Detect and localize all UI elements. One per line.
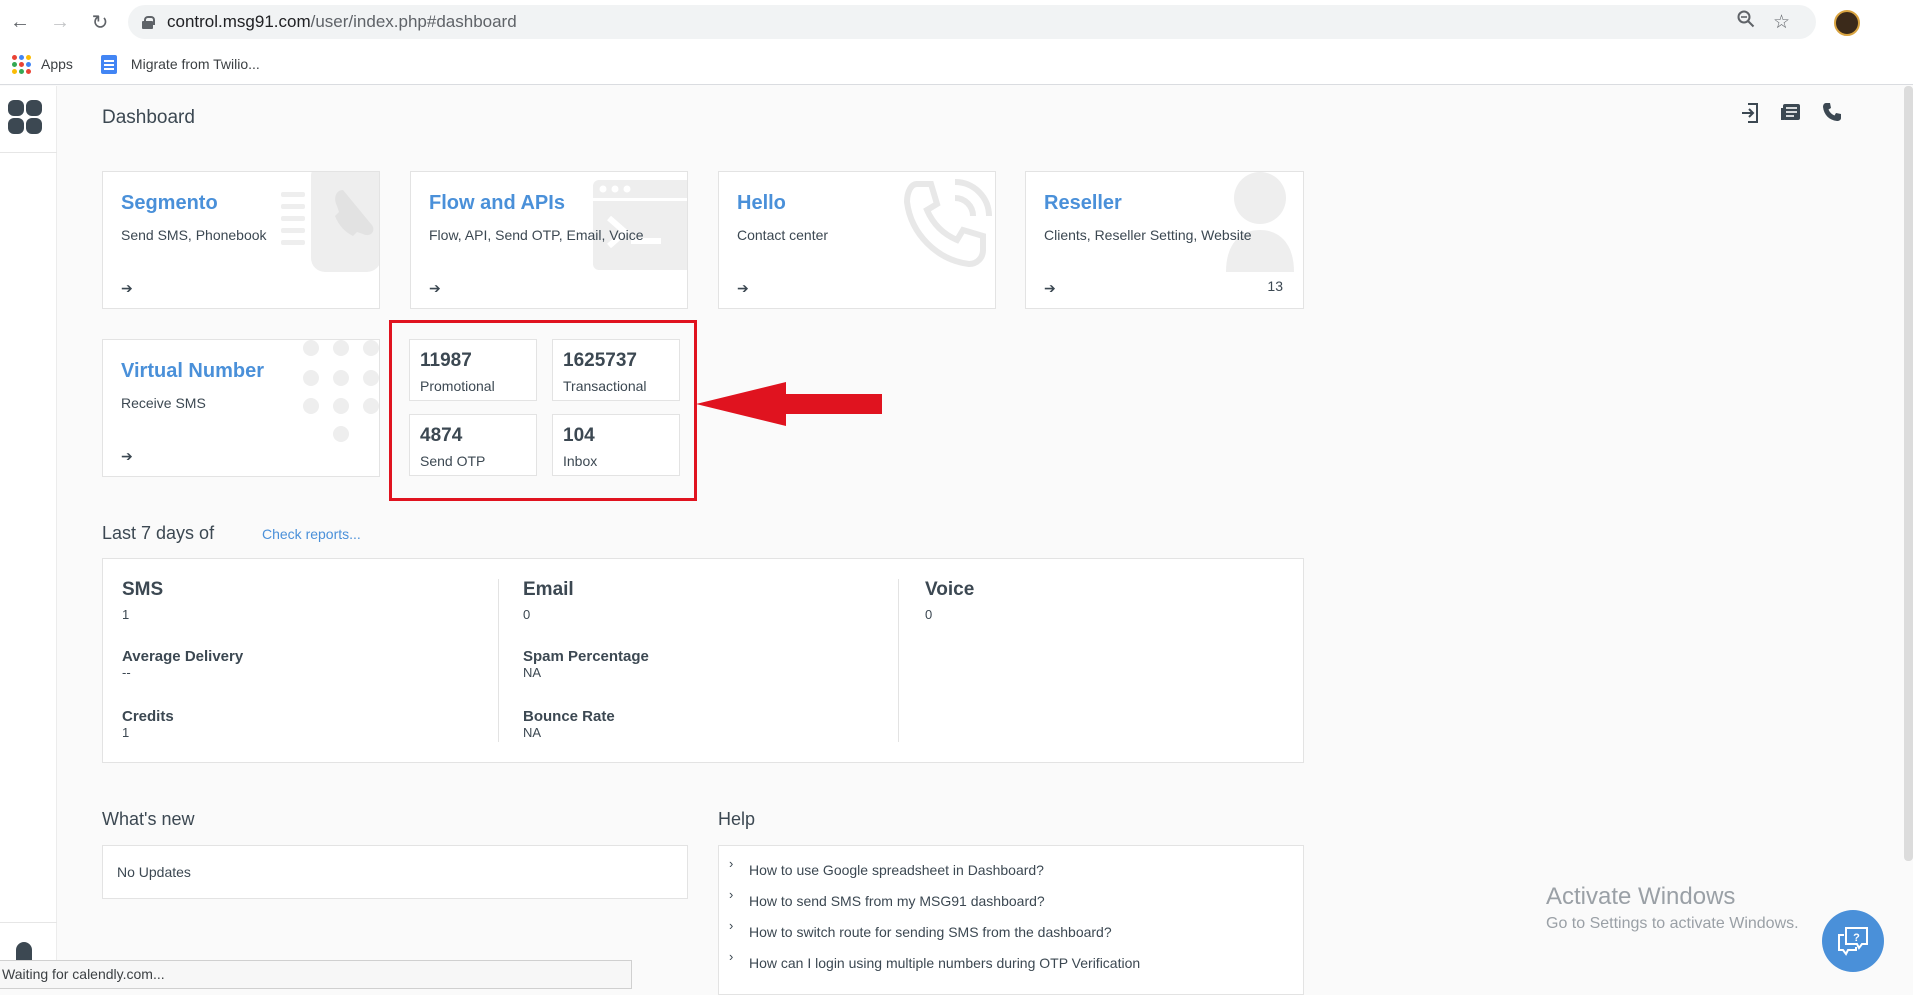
chevron-right-icon: ›	[729, 856, 734, 871]
arrow-right-icon[interactable]: ➔	[121, 448, 133, 465]
spam-percentage-label: Spam Percentage	[523, 648, 649, 665]
card-hello[interactable]: Hello Contact center ➔	[718, 171, 996, 309]
arrow-right-icon[interactable]: ➔	[429, 280, 441, 297]
page-scrollbar[interactable]	[1904, 86, 1913, 861]
phone-ringing-icon	[897, 172, 995, 277]
help-item-label[interactable]: How can I login using multiple numbers d…	[749, 955, 1140, 971]
bookmarks-bar: Apps Migrate from Twilio...	[0, 44, 1913, 85]
card-title[interactable]: Reseller	[1044, 192, 1122, 215]
zoom-icon[interactable]	[1737, 10, 1755, 34]
card-segmento[interactable]: Segmento Send SMS, Phonebook ➔	[102, 171, 380, 309]
card-subtitle: Flow, API, Send OTP, Email, Voice	[429, 227, 644, 243]
help-item-label[interactable]: How to use Google spreadsheet in Dashboa…	[749, 862, 1044, 878]
help-item-label[interactable]: How to switch route for sending SMS from…	[749, 924, 1112, 940]
reports-heading: Last 7 days of	[102, 523, 215, 543]
card-title[interactable]: Virtual Number	[121, 360, 264, 383]
email-value: 0	[523, 607, 531, 622]
highlight-box	[389, 320, 697, 501]
card-title[interactable]: Hello	[737, 192, 786, 215]
sidebar-divider	[0, 152, 57, 153]
bounce-rate-value: NA	[523, 725, 542, 740]
url-text: control.msg91.com/user/index.php#dashboa…	[167, 12, 517, 31]
help-item-label[interactable]: How to send SMS from my MSG91 dashboard?	[749, 893, 1045, 909]
phone-icon[interactable]	[1822, 102, 1842, 130]
card-flow-and-apis[interactable]: Flow and APIs Flow, API, Send OTP, Email…	[410, 171, 688, 309]
chat-bubble-icon: ?	[1838, 927, 1868, 956]
dashboard-grid-icon[interactable]	[8, 100, 42, 134]
forward-icon[interactable]: →	[40, 0, 80, 44]
bookmark-star-icon[interactable]: ☆	[1773, 11, 1790, 34]
document-icon	[100, 54, 117, 74]
check-reports-link[interactable]: Check reports...	[262, 526, 361, 542]
credits-value: 1	[122, 725, 130, 740]
reseller-count: 13	[1267, 278, 1283, 294]
card-subtitle: Contact center	[737, 227, 829, 243]
activate-windows-watermark: Activate Windows Go to Settings to activ…	[1546, 883, 1799, 933]
average-delivery-value: --	[122, 665, 131, 680]
sms-title: SMS	[122, 579, 164, 600]
sidebar	[0, 86, 57, 989]
help-item[interactable]: › How can I login using multiple numbers …	[729, 949, 1140, 971]
voice-column: Voice 0	[925, 579, 974, 622]
reports-panel: SMS 1 Average Delivery -- Credits 1 Emai…	[102, 558, 1304, 763]
card-reseller[interactable]: Reseller Clients, Reseller Setting, Webs…	[1025, 171, 1304, 309]
column-divider	[898, 579, 899, 742]
header-actions	[1740, 102, 1842, 130]
page-title: Dashboard	[102, 107, 195, 128]
news-icon[interactable]	[1780, 102, 1802, 130]
chevron-right-icon: ›	[729, 887, 734, 902]
voice-title: Voice	[925, 579, 975, 600]
arrow-right-icon[interactable]: ➔	[737, 280, 749, 297]
address-bar[interactable]: control.msg91.com/user/index.php#dashboa…	[128, 5, 1816, 39]
sms-column: SMS 1 Average Delivery -- Credits 1	[122, 579, 243, 740]
watermark-subtitle: Go to Settings to activate Windows.	[1546, 915, 1799, 932]
column-divider	[498, 579, 499, 742]
bookmark-migrate-twilio[interactable]: Migrate from Twilio...	[131, 56, 260, 72]
logout-icon[interactable]	[1740, 102, 1760, 130]
spam-percentage-value: NA	[523, 665, 542, 680]
apps-icon[interactable]	[12, 54, 31, 74]
whats-new-panel: No Updates	[102, 845, 688, 899]
card-subtitle: Receive SMS	[121, 395, 206, 411]
chevron-right-icon: ›	[729, 918, 734, 933]
status-bar: Waiting for calendly.com...	[0, 960, 632, 989]
chevron-right-icon: ›	[729, 949, 734, 964]
user-icon	[1222, 172, 1302, 277]
help-item[interactable]: › How to send SMS from my MSG91 dashboard…	[729, 887, 1045, 909]
browser-toolbar: ← → ↻ control.msg91.com/user/index.php#d…	[0, 0, 1913, 44]
profile-avatar[interactable]	[1834, 10, 1860, 36]
sidebar-divider	[0, 922, 57, 923]
reload-icon[interactable]: ↻	[80, 0, 120, 44]
back-icon[interactable]: ←	[0, 0, 40, 44]
voice-value: 0	[925, 607, 933, 622]
email-column: Email 0 Spam Percentage NA Bounce Rate N…	[523, 579, 649, 740]
phone-keypad-icon	[281, 172, 379, 277]
arrow-right-icon[interactable]: ➔	[1044, 280, 1056, 297]
bookmark-apps[interactable]: Apps	[41, 56, 73, 72]
sms-value: 1	[122, 607, 130, 622]
card-subtitle: Clients, Reseller Setting, Website	[1044, 227, 1252, 243]
bounce-rate-label: Bounce Rate	[523, 708, 615, 725]
whats-new-text: No Updates	[117, 864, 191, 880]
annotation-arrow	[696, 382, 882, 426]
average-delivery-label: Average Delivery	[122, 648, 244, 665]
help-panel: › How to use Google spreadsheet in Dashbo…	[718, 845, 1304, 995]
card-virtual-number[interactable]: Virtual Number Receive SMS ➔	[102, 339, 380, 477]
email-title: Email	[523, 579, 574, 600]
watermark-title: Activate Windows	[1546, 883, 1736, 910]
dialpad-icon	[303, 340, 379, 449]
help-heading: Help	[718, 809, 756, 829]
card-subtitle: Send SMS, Phonebook	[121, 227, 267, 243]
credits-label: Credits	[122, 708, 174, 725]
whats-new-heading: What's new	[102, 809, 195, 829]
lock-icon	[142, 15, 155, 29]
chat-help-button[interactable]: ?	[1822, 910, 1884, 972]
card-title[interactable]: Segmento	[121, 192, 218, 215]
arrow-right-icon[interactable]: ➔	[121, 280, 133, 297]
help-item[interactable]: › How to switch route for sending SMS fro…	[729, 918, 1112, 940]
card-title[interactable]: Flow and APIs	[429, 192, 565, 215]
help-item[interactable]: › How to use Google spreadsheet in Dashbo…	[729, 856, 1044, 878]
svg-text:?: ?	[1853, 932, 1860, 944]
